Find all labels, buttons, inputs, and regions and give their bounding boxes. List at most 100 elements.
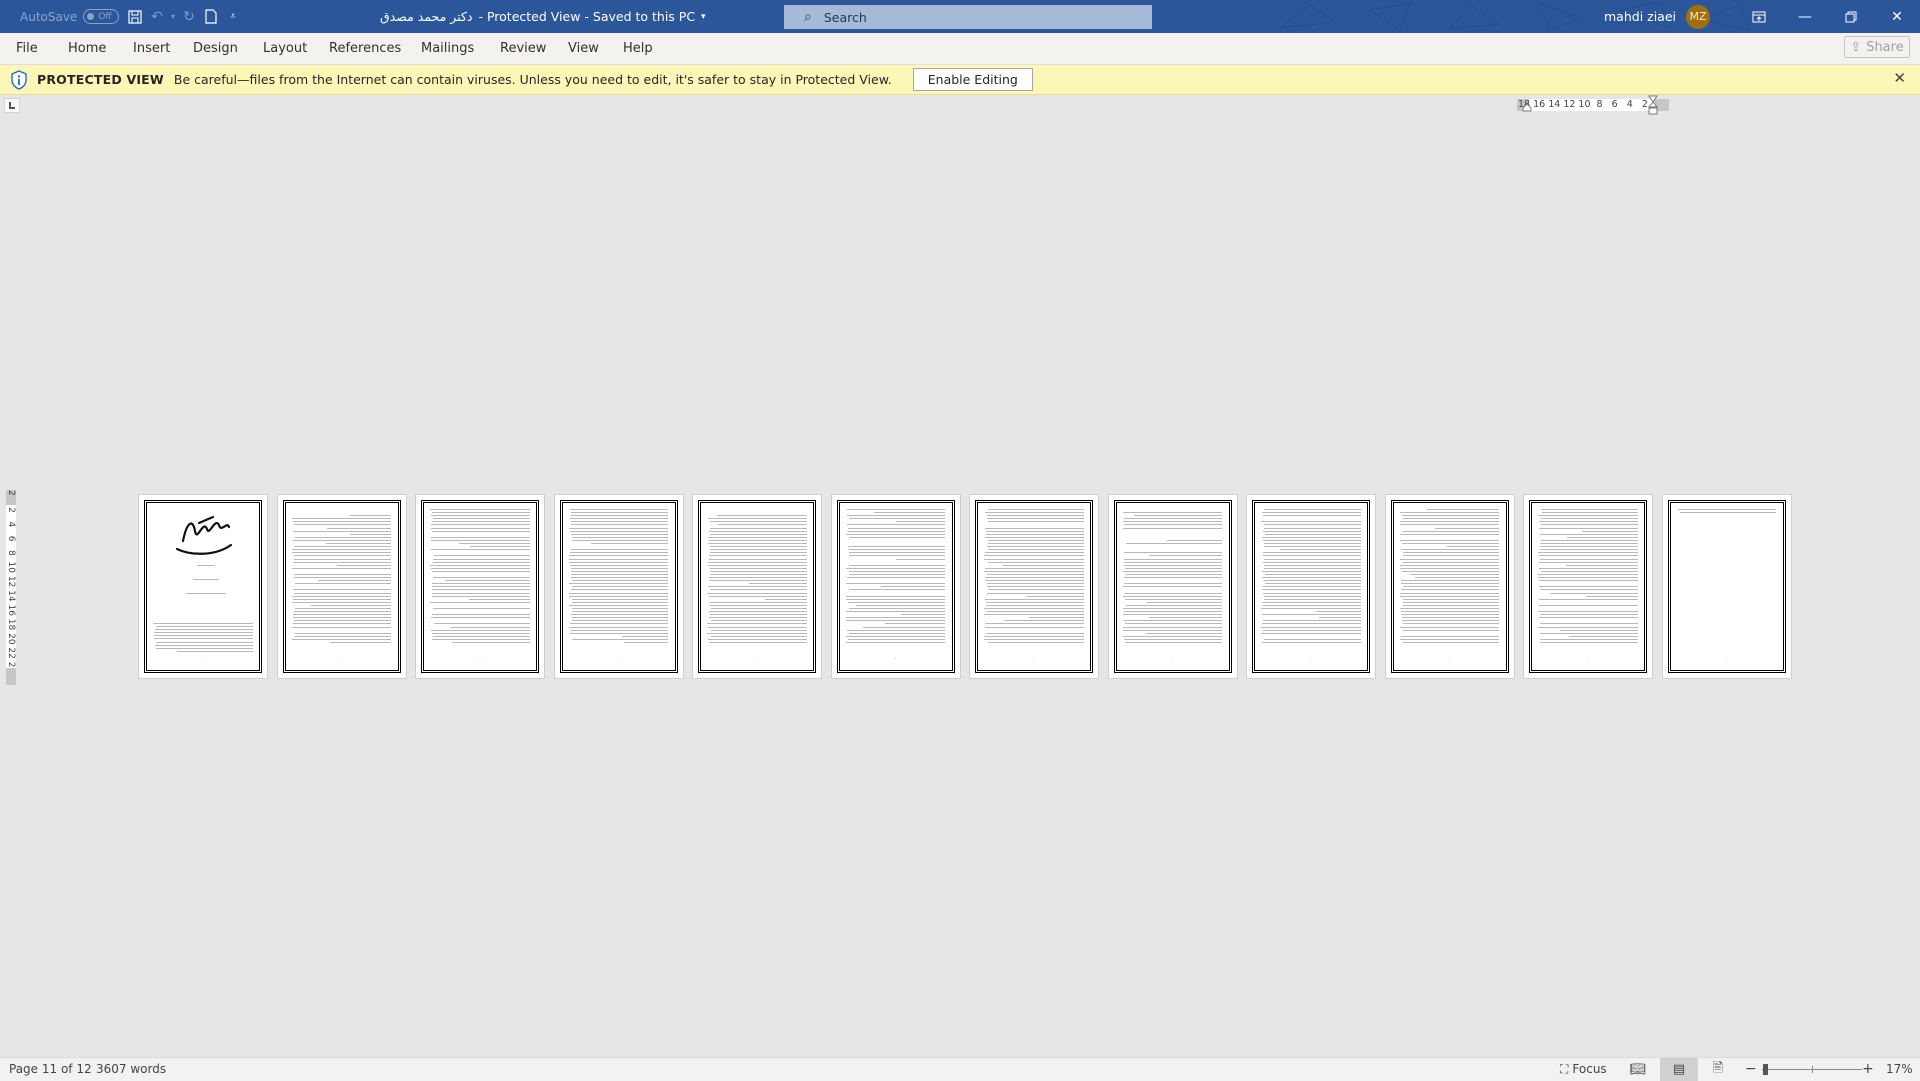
page-thumbnail[interactable]: -: [276, 494, 407, 679]
focus-button[interactable]: ⛶ Focus: [1560, 1058, 1607, 1081]
text-line: [1124, 509, 1222, 510]
text-line: [1264, 524, 1361, 526]
text-line: [1559, 629, 1638, 631]
text-line: [1539, 521, 1638, 523]
text-line: [1149, 555, 1223, 557]
hanging-indent-icon[interactable]: [1522, 103, 1532, 112]
vertical-ruler[interactable]: 2 2 4 6 8 10 12 14 16 18 20 22 24: [6, 490, 16, 685]
tab-selector[interactable]: [4, 98, 20, 113]
page-indicator[interactable]: Page 11 of 12: [9, 1058, 92, 1081]
text-line: [1538, 626, 1638, 628]
tab-review[interactable]: Review: [500, 33, 546, 64]
text-line: [984, 635, 1084, 637]
user-account[interactable]: mahdi ziaei MZ: [1604, 0, 1710, 33]
text-line: [571, 515, 669, 517]
text-line: [1566, 564, 1638, 566]
page-thumbnail[interactable]: -: [1384, 494, 1515, 679]
enable-editing-button[interactable]: Enable Editing: [912, 68, 1033, 91]
text-line: [1399, 626, 1500, 628]
page-text: [1399, 509, 1500, 645]
horizontal-ruler[interactable]: 18 16 14 12 10 8 6 4 2: [1517, 95, 1669, 115]
text-line: [1123, 620, 1223, 622]
text-line: [1122, 521, 1223, 523]
text-line: [1262, 536, 1361, 538]
tab-view[interactable]: View: [568, 33, 599, 64]
customize-quick-access-icon[interactable]: ⩡: [222, 0, 244, 33]
page-thumbnail[interactable]: -: [1661, 494, 1792, 679]
undo-icon[interactable]: ↶: [146, 0, 168, 33]
text-line: [570, 524, 669, 526]
text-line: [432, 561, 530, 563]
text-line: [1262, 623, 1361, 625]
tab-file[interactable]: File: [16, 33, 38, 64]
tab-references[interactable]: References: [329, 33, 401, 64]
protected-view-message: Be careful—files from the Internet can c…: [173, 72, 892, 87]
text-line: [293, 521, 392, 523]
title-dropdown-icon[interactable]: ▾: [701, 12, 706, 22]
zoom-level[interactable]: 17%: [1886, 1058, 1913, 1081]
text-line: [433, 608, 530, 609]
zoom-out-button[interactable]: −: [1745, 1058, 1757, 1081]
restore-button[interactable]: [1828, 0, 1874, 33]
page-thumbnail[interactable]: -: [969, 494, 1099, 679]
zoom-slider-thumb[interactable]: [1763, 1064, 1768, 1075]
tab-mailings[interactable]: Mailings: [421, 33, 474, 64]
indent-marker-icon[interactable]: [1648, 95, 1658, 115]
page-thumbnail[interactable]: -: [1107, 494, 1238, 679]
word-count[interactable]: 3607 words: [96, 1058, 166, 1081]
text-line: [1400, 524, 1500, 526]
autosave-toggle[interactable]: AutoSave Off: [20, 0, 120, 33]
text-line: [623, 642, 669, 644]
text-line: [900, 593, 945, 594]
text-line: [571, 573, 669, 575]
web-layout-icon: 🖹︎: [1712, 1060, 1724, 1076]
read-mode-button[interactable]: 📖︎: [1619, 1058, 1657, 1081]
tab-insert[interactable]: Insert: [133, 33, 170, 64]
undo-dropdown-icon[interactable]: ▾: [168, 0, 178, 33]
redo-icon[interactable]: ↻: [178, 0, 200, 33]
tab-home[interactable]: Home: [68, 33, 106, 64]
page-text: [568, 509, 669, 645]
ribbon-display-options-button[interactable]: [1736, 0, 1782, 33]
text-line: [1539, 527, 1638, 529]
page-thumbnail[interactable]: -: [1523, 494, 1653, 679]
text-line: [985, 567, 1084, 569]
document-title[interactable]: دکتر محمد مصدق - Protected View - Saved …: [380, 0, 706, 33]
page-thumbnail[interactable]: -: [553, 494, 684, 679]
text-line: [1581, 620, 1638, 621]
text-line: [568, 583, 669, 585]
text-line: [571, 614, 669, 616]
zoom-in-button[interactable]: +: [1862, 1058, 1874, 1081]
tab-design[interactable]: Design: [193, 33, 238, 64]
text-line: [847, 527, 946, 529]
text-line: [292, 598, 392, 600]
text-line: [431, 611, 530, 612]
text-line: [432, 589, 530, 591]
page-thumbnail[interactable]: -: [138, 494, 268, 679]
page-thumbnail[interactable]: -: [830, 494, 961, 679]
text-line: [1125, 543, 1223, 545]
share-button[interactable]: ⇪ Share: [1844, 36, 1910, 58]
page-thumbnail[interactable]: -: [415, 494, 545, 679]
avatar[interactable]: MZ: [1686, 4, 1710, 29]
text-line: [708, 558, 807, 560]
text-line: [1540, 533, 1638, 535]
page-thumbnail[interactable]: -: [1246, 494, 1376, 679]
zoom-slider[interactable]: [1762, 1064, 1862, 1075]
text-line: [848, 536, 946, 538]
page-thumbnail[interactable]: -: [692, 494, 822, 679]
close-icon[interactable]: ✕: [1893, 69, 1906, 87]
new-document-icon[interactable]: [200, 0, 222, 33]
text-line: [707, 626, 807, 628]
web-layout-button[interactable]: 🖹︎: [1699, 1058, 1737, 1081]
save-icon[interactable]: [124, 0, 146, 33]
search-box[interactable]: ⌕ Search: [784, 5, 1152, 29]
zoom-slider-midpoint: [1812, 1066, 1813, 1073]
tab-layout[interactable]: Layout: [263, 33, 307, 64]
tab-help[interactable]: Help: [623, 33, 653, 64]
close-button[interactable]: ✕: [1874, 0, 1920, 33]
autosave-switch[interactable]: Off: [83, 9, 120, 24]
minimize-button[interactable]: —: [1782, 0, 1828, 33]
text-line: [1540, 518, 1638, 520]
print-layout-button[interactable]: ▤: [1660, 1058, 1698, 1081]
